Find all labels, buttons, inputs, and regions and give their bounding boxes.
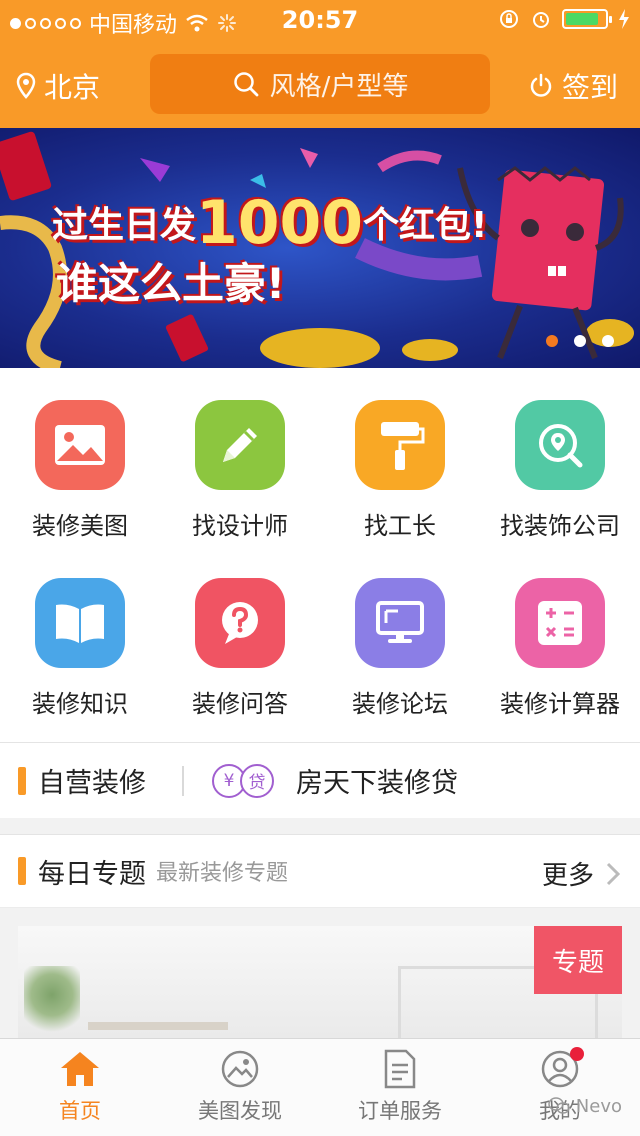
promo-banner[interactable]: 过生日发1000个红包! 谁这么土豪!: [0, 128, 640, 368]
tab-label: 订单服务: [358, 1099, 442, 1123]
city-label: 北京: [44, 71, 101, 104]
watermark-label: Nevo: [575, 1096, 622, 1117]
notification-dot: [570, 1047, 584, 1061]
banner-pager: [546, 335, 614, 347]
grid-item-gallery[interactable]: 装修美图: [0, 400, 160, 541]
alarm-icon: [533, 12, 549, 28]
loan-label: 房天下装修贷: [296, 768, 458, 799]
grid-item-designer[interactable]: 找设计师: [160, 400, 320, 541]
grid-item-label: 装修知识: [32, 690, 128, 718]
banner-headline: 过生日发1000个红包!: [52, 188, 487, 258]
charging-icon: [619, 9, 629, 29]
monitor-icon: [355, 578, 445, 668]
grid-item-label: 找工长: [364, 512, 436, 540]
daily-subtitle: 最新装修专题: [156, 861, 289, 886]
topic-card[interactable]: 专题: [18, 926, 622, 1038]
tab-home[interactable]: 首页: [0, 1049, 160, 1125]
promo-row: 自营装修 ¥ 贷 房天下装修贷: [0, 742, 640, 818]
book-icon: [35, 578, 125, 668]
status-bar: 中国移动 20:57: [0, 0, 640, 40]
pencil-icon: [195, 400, 285, 490]
chevron-right-icon: [606, 862, 620, 885]
accent-bar: [18, 766, 26, 795]
battery-icon: [562, 9, 612, 29]
search-placeholder: 风格/户型等: [269, 71, 409, 102]
tab-orders[interactable]: 订单服务: [320, 1049, 480, 1125]
wechat-icon: [548, 1097, 570, 1114]
more-label: 更多: [541, 861, 594, 891]
calculator-icon: [515, 578, 605, 668]
banner-headline-prefix: 过生日发: [52, 205, 197, 246]
tab-bar: 首页 美图发现 订单服务 我的: [0, 1038, 640, 1136]
pager-dot[interactable]: [602, 335, 614, 347]
watermark: Nevo: [548, 1096, 622, 1117]
banner-subheadline: 谁这么土豪!: [56, 259, 286, 308]
divider: [182, 765, 184, 796]
loan-icon: ¥ 贷: [212, 763, 274, 798]
tab-label: 首页: [59, 1099, 101, 1123]
status-right: [498, 8, 630, 30]
accent-bar: [18, 857, 26, 885]
grid-item-foreman[interactable]: 找工长: [320, 400, 480, 541]
grid-item-label: 装修美图: [32, 512, 128, 540]
category-grid: 装修美图 找设计师 找工长 找装饰公司 装修知识 装修问答 装修论坛 装修计算器: [0, 368, 640, 742]
signin-label: 签到: [561, 71, 618, 104]
shelf-image: [88, 1022, 228, 1030]
self-run-label: 自营装修: [38, 768, 146, 799]
grid-item-forum[interactable]: 装修论坛: [320, 578, 480, 719]
grid-item-knowledge[interactable]: 装修知识: [0, 578, 160, 719]
grid-item-label: 找设计师: [192, 512, 288, 540]
self-run-link[interactable]: 自营装修: [18, 761, 146, 800]
image-icon: [35, 400, 125, 490]
search-input[interactable]: 风格/户型等: [150, 54, 490, 114]
grid-item-company[interactable]: 找装饰公司: [480, 400, 640, 541]
more-button[interactable]: 更多: [542, 855, 620, 892]
pager-dot[interactable]: [546, 335, 558, 347]
grid-item-label: 找装饰公司: [500, 512, 620, 540]
loan-link[interactable]: ¥ 贷 房天下装修贷: [212, 761, 458, 800]
loan-coin-icon: 贷: [240, 763, 274, 798]
grid-item-calculator[interactable]: 装修计算器: [480, 578, 640, 719]
power-icon: [530, 73, 552, 97]
location-search-icon: [515, 400, 605, 490]
grid-item-label: 装修论坛: [352, 690, 448, 718]
home-icon: [61, 1052, 99, 1086]
banner-headline-suffix: 个红包!: [363, 205, 488, 246]
grid-item-label: 装修问答: [192, 690, 288, 718]
search-icon: [233, 72, 259, 97]
daily-topic-header: 每日专题 最新装修专题 更多: [0, 834, 640, 908]
picture-discover-icon: [221, 1050, 259, 1088]
order-document-icon: [384, 1049, 416, 1089]
city-selector[interactable]: 北京: [16, 66, 100, 106]
plant-image: [24, 966, 80, 1038]
signin-button[interactable]: 签到: [528, 66, 618, 106]
tab-label: 美图发现: [198, 1099, 282, 1123]
topic-badge: 专题: [534, 926, 622, 994]
grid-item-qa[interactable]: 装修问答: [160, 578, 320, 719]
question-bubble-icon: [195, 578, 285, 668]
rotation-lock-icon: [500, 10, 518, 28]
pager-dot[interactable]: [574, 335, 586, 347]
battery-level: [566, 13, 599, 25]
header: 中国移动 20:57 北京 风格/户型等 签到: [0, 0, 640, 128]
tab-discover[interactable]: 美图发现: [160, 1049, 320, 1125]
paint-roller-icon: [355, 400, 445, 490]
location-pin-icon: [16, 72, 36, 99]
daily-title: 每日专题: [38, 858, 146, 890]
banner-headline-number: 1000: [196, 188, 364, 258]
grid-item-label: 装修计算器: [500, 690, 620, 718]
